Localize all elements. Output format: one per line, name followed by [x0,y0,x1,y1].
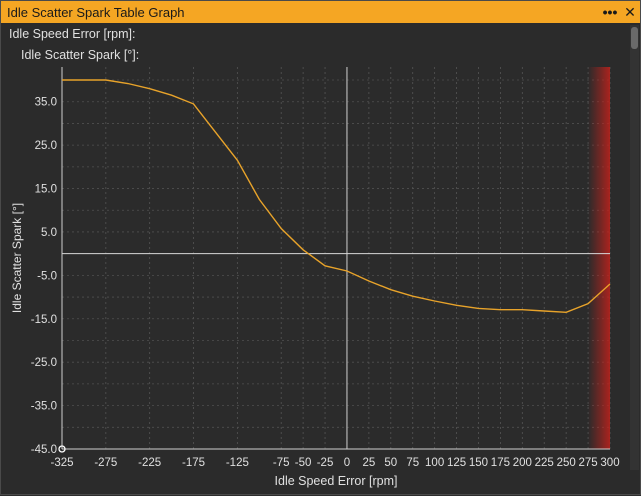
x-tick-labels: -325 -275 -225 -175 -125 -75 -50 -25 0 25 50 75 100 1… [50,457,619,469]
x-tick-label: 75 [406,457,419,469]
limit-band [588,67,610,449]
x-tick-label: 250 [557,457,576,469]
x-tick-label: 150 [469,457,488,469]
y-tick-label: -5.0 [37,270,57,282]
y-tick-label: -25.0 [31,357,57,369]
x-tick-label: 275 [578,457,597,469]
y-tick-labels: -45.0 -35.0 -25.0 -15.0 -5.0 5.0 15.0 25.0 35.0 [31,97,57,456]
x-tick-label: -125 [226,457,249,469]
y-tick-label: 5.0 [41,227,57,239]
y-tick-label: 35.0 [35,97,57,109]
x-tick-label: 200 [513,457,532,469]
x-tick-label: 225 [535,457,554,469]
x-tick-label: -25 [317,457,334,469]
x-tick-label: -75 [273,457,290,469]
chart[interactable]: -325 -275 -225 -175 -125 -75 -50 -25 0 25 50 75 100 1… [1,1,641,496]
y-axis-label: Idle Scatter Spark [°] [10,203,24,313]
x-tick-label: 300 [600,457,619,469]
x-tick-label: -50 [295,457,312,469]
x-tick-label: 100 [425,457,444,469]
y-tick-label: -35.0 [31,401,57,413]
x-tick-label: 25 [362,457,375,469]
graph-window: Idle Scatter Spark Table Graph ••• ✕ Idl… [0,0,641,495]
x-tick-label: 125 [447,457,466,469]
x-tick-label: 175 [491,457,510,469]
y-tick-label: 25.0 [35,140,57,152]
x-tick-label: -275 [94,457,117,469]
y-tick-label: -15.0 [31,314,57,326]
x-tick-label: 50 [384,457,397,469]
plot-area [62,67,612,450]
y-tick-label: 15.0 [35,184,57,196]
x-tick-label: -325 [50,457,73,469]
x-tick-label: -175 [182,457,205,469]
x-axis-label: Idle Speed Error [rpm] [275,474,398,488]
x-tick-label: 0 [344,457,350,469]
y-tick-label: -45.0 [31,444,57,456]
x-tick-label: -225 [138,457,161,469]
